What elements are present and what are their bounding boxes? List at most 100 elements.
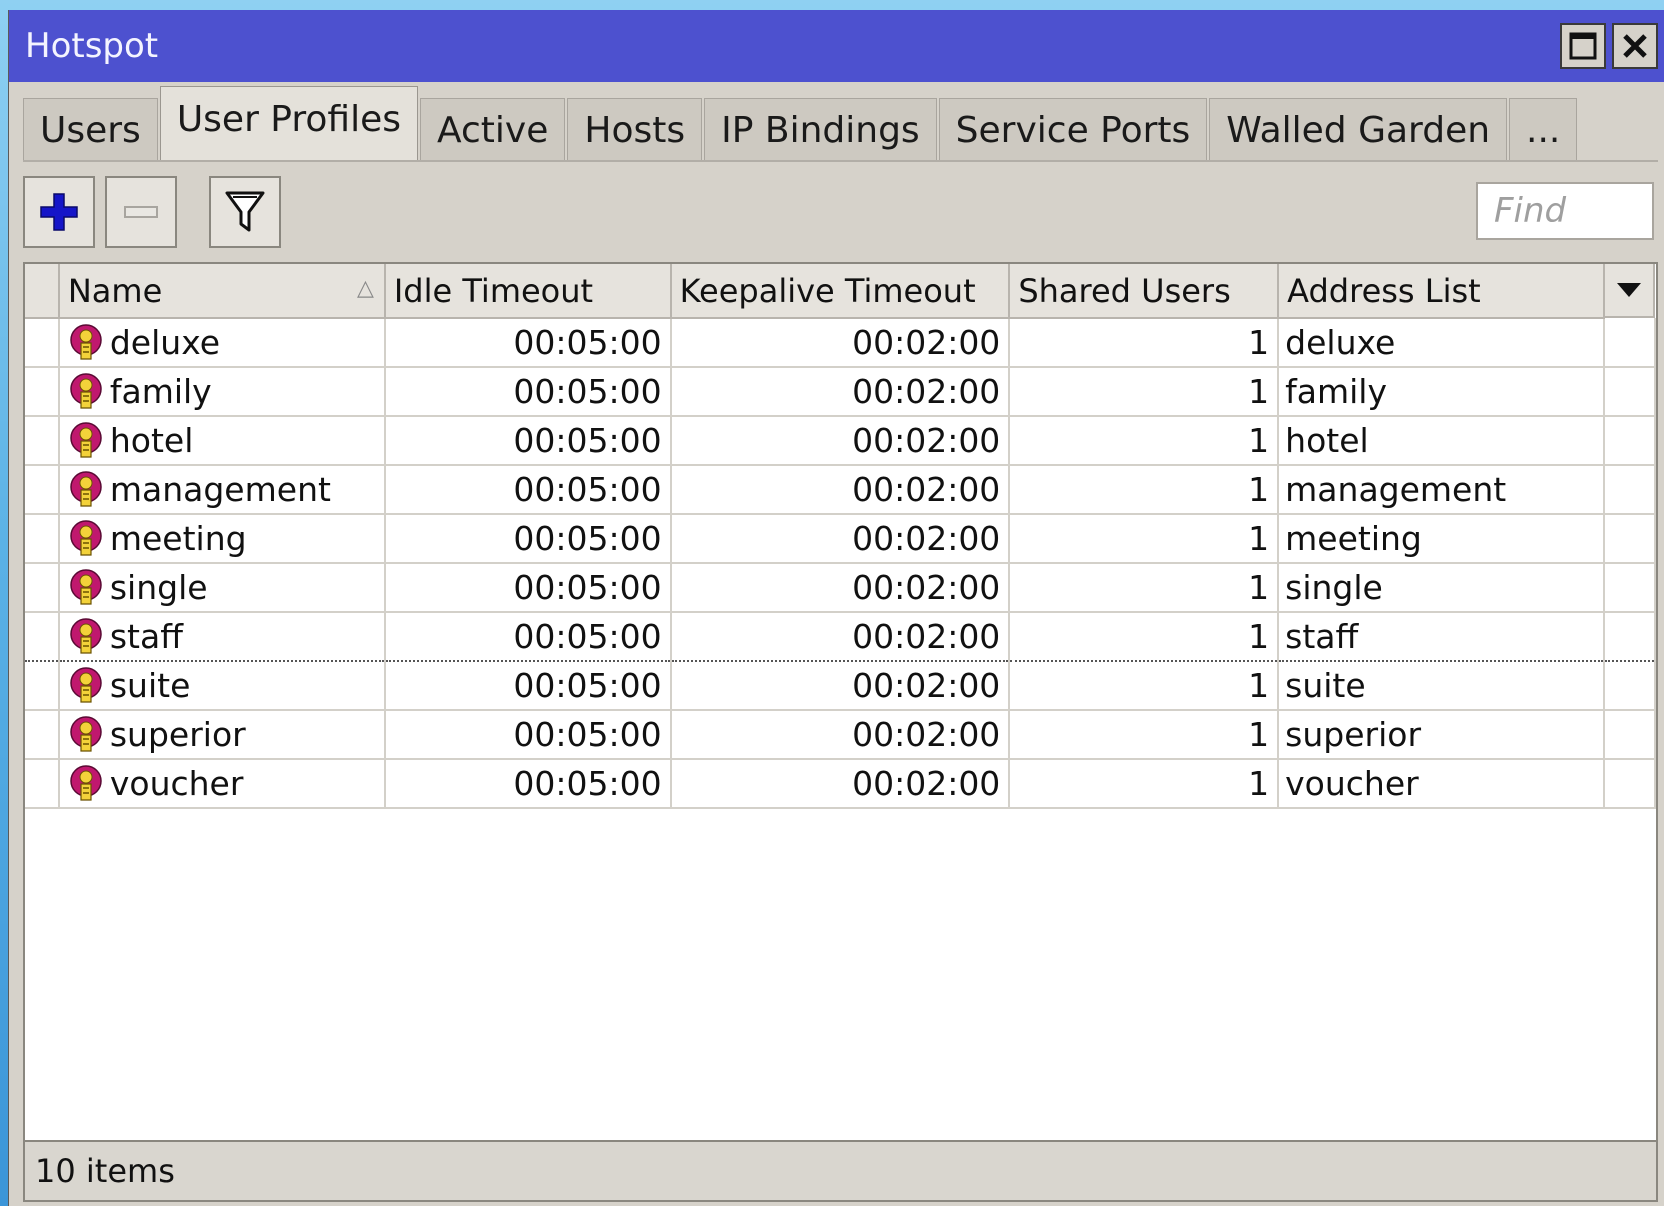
cell-filler <box>1604 318 1656 368</box>
cell-shared-users: 1 <box>1009 563 1280 613</box>
cell-idle-timeout: 00:05:00 <box>384 367 672 417</box>
user-profile-icon <box>70 323 102 360</box>
column-header-address-list[interactable]: Address List <box>1278 264 1606 319</box>
cell-idle-timeout: 00:05:00 <box>384 710 672 760</box>
table-row[interactable]: voucher 00:05:00 00:02:00 1 voucher <box>25 759 1656 809</box>
table-row[interactable]: suite 00:05:00 00:02:00 1 suite <box>25 661 1656 711</box>
cell-keepalive-timeout: 00:02:00 <box>670 514 1011 564</box>
cell-name: staff <box>58 611 386 662</box>
table-row[interactable]: family 00:05:00 00:02:00 1 family <box>25 367 1656 417</box>
cell-idle-timeout: 00:05:00 <box>384 611 672 662</box>
cell-keepalive-timeout: 00:02:00 <box>670 465 1011 515</box>
cell-address-list: superior <box>1278 710 1606 760</box>
cell-address-list: single <box>1278 563 1606 613</box>
cell-idle-timeout: 00:05:00 <box>384 661 672 711</box>
table-row[interactable]: deluxe 00:05:00 00:02:00 1 deluxe <box>25 318 1656 368</box>
cell-keepalive-timeout: 00:02:00 <box>670 611 1011 662</box>
find-input[interactable] <box>1476 182 1654 240</box>
row-marker <box>25 710 60 760</box>
cell-name: suite <box>58 661 386 711</box>
row-marker <box>25 611 60 662</box>
column-header-idle-timeout[interactable]: Idle Timeout <box>384 264 672 319</box>
cell-address-list: management <box>1278 465 1606 515</box>
column-header-name[interactable]: Name △ <box>58 264 386 319</box>
table-header: Name △ Idle Timeout Keepalive Timeout Sh… <box>25 264 1655 319</box>
tab-more[interactable]: ... <box>1509 98 1578 162</box>
user-profile-icon <box>70 421 102 458</box>
cell-shared-users: 1 <box>1009 514 1280 564</box>
cell-filler <box>1604 611 1656 662</box>
cell-filler <box>1604 416 1656 466</box>
tab-hosts[interactable]: Hosts <box>567 98 703 162</box>
table-row[interactable]: staff 00:05:00 00:02:00 1 staff <box>25 611 1656 662</box>
cell-name: superior <box>58 710 386 760</box>
user-profile-icon <box>70 568 102 605</box>
profiles-table: Name △ Idle Timeout Keepalive Timeout Sh… <box>23 262 1658 1142</box>
cell-idle-timeout: 00:05:00 <box>384 759 672 809</box>
cell-keepalive-timeout: 00:02:00 <box>670 367 1011 417</box>
profile-name: single <box>109 568 208 607</box>
add-button[interactable] <box>23 176 95 248</box>
sort-ascending-icon: △ <box>356 276 374 301</box>
tab-walled-garden[interactable]: Walled Garden <box>1209 98 1508 162</box>
table-row[interactable]: management 00:05:00 00:02:00 1 managemen… <box>25 465 1656 515</box>
profile-name: suite <box>109 666 191 705</box>
cell-filler <box>1604 759 1656 809</box>
user-profile-icon <box>70 715 102 752</box>
profile-name: superior <box>109 715 246 754</box>
table-row[interactable]: meeting 00:05:00 00:02:00 1 meeting <box>25 514 1656 564</box>
cell-name: single <box>58 563 386 613</box>
tab-ip-bindings[interactable]: IP Bindings <box>704 98 937 162</box>
maximize-icon <box>1569 32 1597 60</box>
status-bar: 10 items <box>23 1142 1658 1202</box>
window-controls <box>1560 23 1658 69</box>
column-header-shared-users[interactable]: Shared Users <box>1009 264 1280 319</box>
user-profile-icon <box>70 666 102 703</box>
cell-shared-users: 1 <box>1009 318 1280 368</box>
cell-name: management <box>58 465 386 515</box>
table-row[interactable]: superior 00:05:00 00:02:00 1 superior <box>25 710 1656 760</box>
cell-keepalive-timeout: 00:02:00 <box>670 563 1011 613</box>
column-header-keepalive-timeout[interactable]: Keepalive Timeout <box>670 264 1011 319</box>
cell-shared-users: 1 <box>1009 367 1280 417</box>
row-marker <box>25 367 60 417</box>
cell-idle-timeout: 00:05:00 <box>384 563 672 613</box>
profile-name: family <box>109 372 212 411</box>
row-marker <box>25 416 60 466</box>
user-profile-icon <box>70 470 102 507</box>
title-bar[interactable]: Hotspot <box>9 10 1664 82</box>
cell-keepalive-timeout: 00:02:00 <box>670 416 1011 466</box>
tab-active[interactable]: Active <box>420 98 566 162</box>
minus-icon <box>124 206 158 218</box>
profile-name: hotel <box>109 421 194 460</box>
close-button[interactable] <box>1612 23 1658 69</box>
column-menu-button[interactable] <box>1605 264 1655 318</box>
cell-filler <box>1604 661 1656 711</box>
row-marker <box>25 465 60 515</box>
cell-idle-timeout: 00:05:00 <box>384 416 672 466</box>
cell-shared-users: 1 <box>1009 710 1280 760</box>
cell-name: family <box>58 367 386 417</box>
row-marker <box>25 318 60 368</box>
table-row[interactable]: hotel 00:05:00 00:02:00 1 hotel <box>25 416 1656 466</box>
user-profile-icon <box>70 519 102 556</box>
filter-button[interactable] <box>209 176 281 248</box>
cell-idle-timeout: 00:05:00 <box>384 465 672 515</box>
cell-idle-timeout: 00:05:00 <box>384 318 672 368</box>
profile-name: management <box>109 470 331 509</box>
row-marker <box>25 661 60 711</box>
row-marker-header <box>25 264 60 319</box>
tab-service-ports[interactable]: Service Ports <box>938 98 1208 162</box>
profile-name: staff <box>109 617 183 656</box>
tab-user-profiles[interactable]: User Profiles <box>159 86 419 162</box>
table-body: deluxe 00:05:00 00:02:00 1 deluxe family… <box>25 318 1656 809</box>
plus-icon <box>40 193 78 231</box>
table-row[interactable]: single 00:05:00 00:02:00 1 single <box>25 563 1656 613</box>
maximize-button[interactable] <box>1560 23 1606 69</box>
cell-address-list: voucher <box>1278 759 1606 809</box>
cell-filler <box>1604 710 1656 760</box>
tab-users[interactable]: Users <box>23 98 158 162</box>
cell-name: hotel <box>58 416 386 466</box>
remove-button[interactable] <box>105 176 177 248</box>
toolbar <box>9 162 1664 262</box>
